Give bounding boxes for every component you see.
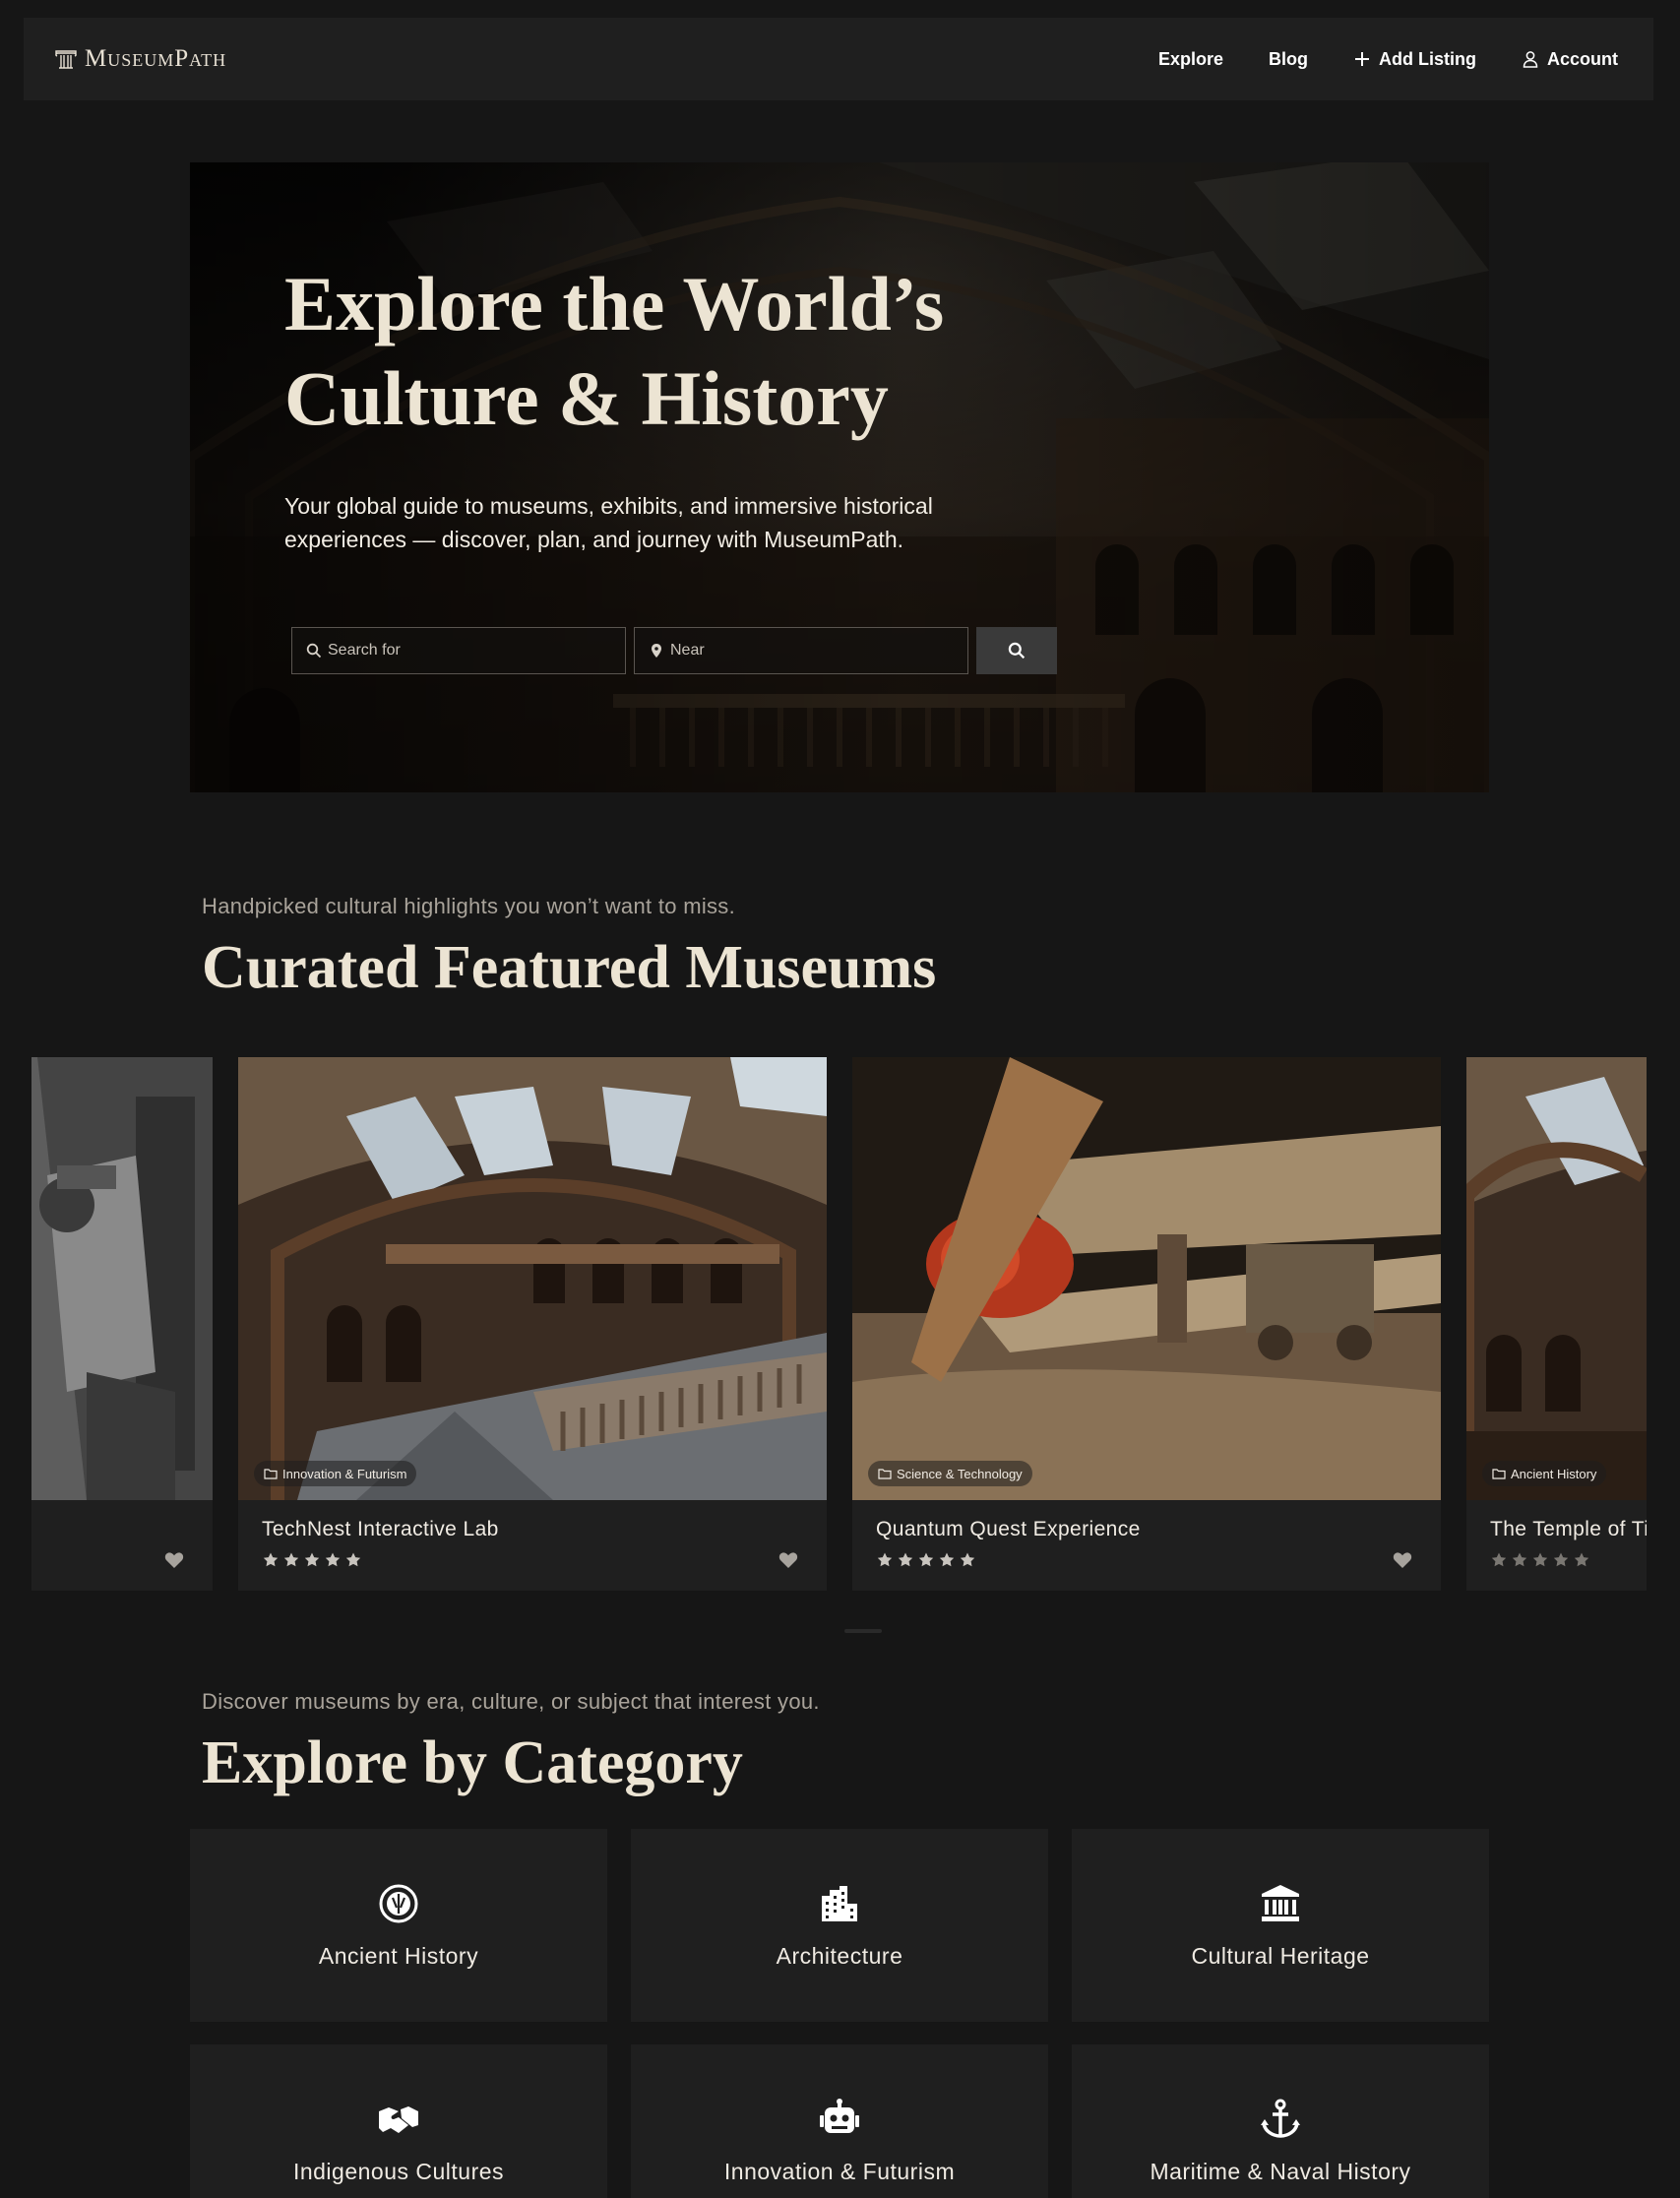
nav-add-listing-label: Add Listing — [1379, 48, 1476, 69]
star-icon — [345, 1552, 361, 1567]
hero-subtitle: Your global guide to museums, exhibits, … — [284, 493, 933, 552]
hero-title-line-2: Culture & History — [284, 355, 889, 441]
user-icon — [1523, 51, 1538, 68]
heart-icon[interactable] — [163, 1549, 185, 1571]
rating-stars — [1490, 1551, 1590, 1569]
category-maritime-naval-history[interactable]: Maritime & Naval History — [1072, 2044, 1489, 2198]
category-label: Architecture — [776, 1942, 903, 1969]
star-icon — [1512, 1552, 1527, 1567]
heart-icon[interactable] — [778, 1549, 799, 1571]
card-title[interactable]: Quantum Quest Experience — [876, 1518, 1141, 1541]
card-title[interactable]: TechNest Interactive Lab — [262, 1518, 499, 1541]
star-icon — [918, 1552, 934, 1567]
card-image — [31, 1057, 213, 1500]
old-republic-icon — [379, 1884, 418, 1922]
nav-account[interactable]: Account — [1522, 49, 1618, 70]
anchor-icon — [1261, 2099, 1300, 2138]
card-title[interactable]: The Temple of Tir — [1490, 1518, 1647, 1541]
rating-stars — [876, 1551, 976, 1569]
search-input[interactable]: Search for — [291, 627, 626, 674]
category-architecture[interactable]: Architecture — [631, 1829, 1048, 2022]
museum-card[interactable]: Innovation & Futurism TechNest Interacti… — [238, 1057, 827, 1591]
star-icon — [304, 1552, 320, 1567]
nav-blog-label: Blog — [1269, 48, 1309, 69]
search-form: Search for Near — [291, 627, 1057, 674]
featured-title: Curated Featured Museums — [202, 934, 937, 1001]
search-icon — [306, 643, 322, 659]
star-icon — [325, 1552, 341, 1567]
folder-icon — [264, 1469, 278, 1479]
plus-icon — [1355, 52, 1370, 66]
category-label: Cultural Heritage — [1191, 1942, 1370, 1969]
carousel-indicator[interactable] — [844, 1629, 882, 1633]
featured-carousel[interactable]: Innovation & Futurism TechNest Interacti… — [31, 1057, 1647, 1591]
category-tag[interactable]: Science & Technology — [868, 1461, 1032, 1486]
category-tag-label: Ancient History — [1511, 1466, 1597, 1481]
category-label: Maritime & Naval History — [1150, 2158, 1411, 2184]
museum-card[interactable]: Ancient History The Temple of Tir — [1466, 1057, 1647, 1591]
category-cultural-heritage[interactable]: Cultural Heritage — [1072, 1829, 1489, 2022]
location-pin-icon — [652, 644, 661, 658]
card-image — [852, 1057, 1441, 1500]
star-icon — [877, 1552, 893, 1567]
nav-account-label: Account — [1547, 48, 1618, 69]
hero-banner: Explore the World’s Culture & History Yo… — [190, 162, 1489, 792]
category-indigenous-cultures[interactable]: Indigenous Cultures — [190, 2044, 607, 2198]
nav-add-listing[interactable]: Add Listing — [1353, 49, 1476, 70]
search-icon — [1008, 642, 1026, 659]
category-label: Innovation & Futurism — [723, 2158, 956, 2184]
star-icon — [960, 1552, 975, 1567]
featured-eyebrow: Handpicked cultural highlights you won’t… — [202, 894, 736, 918]
column-icon — [55, 50, 77, 69]
category-tag[interactable]: Innovation & Futurism — [254, 1461, 417, 1486]
categories-eyebrow: Discover museums by era, culture, or sub… — [202, 1689, 820, 1714]
star-icon — [939, 1552, 955, 1567]
star-icon — [1553, 1552, 1569, 1567]
logo-text: MuseumPath — [85, 45, 227, 72]
category-tag-label: Science & Technology — [897, 1466, 1023, 1481]
star-icon — [898, 1552, 913, 1567]
card-image — [1466, 1057, 1647, 1500]
museum-card[interactable] — [31, 1057, 213, 1591]
category-ancient-history[interactable]: Ancient History — [190, 1829, 607, 2022]
rating-stars — [262, 1551, 362, 1569]
star-icon — [1491, 1552, 1507, 1567]
star-icon — [1574, 1552, 1589, 1567]
hero-title: Explore the World’s Culture & History — [284, 257, 1032, 446]
category-tag[interactable]: Ancient History — [1482, 1461, 1607, 1486]
folder-icon — [1492, 1469, 1506, 1479]
star-icon — [1532, 1552, 1548, 1567]
near-placeholder: Near — [670, 642, 705, 659]
category-label: Indigenous Cultures — [292, 2158, 505, 2184]
logo[interactable]: MuseumPath — [53, 45, 226, 73]
nav-explore-label: Explore — [1157, 48, 1224, 69]
city-icon — [822, 1885, 857, 1921]
heart-icon[interactable] — [1392, 1549, 1413, 1571]
category-label: Ancient History — [318, 1942, 479, 1969]
nav-blog[interactable]: Blog — [1269, 49, 1308, 70]
search-button[interactable] — [976, 627, 1057, 674]
top-navbar: MuseumPath Explore Blog Add Listing Acco… — [24, 18, 1653, 100]
landmark-icon — [1262, 1884, 1299, 1921]
robot-icon — [820, 2098, 859, 2133]
star-icon — [263, 1552, 279, 1567]
handshake-icon — [379, 2105, 418, 2133]
folder-icon — [878, 1469, 892, 1479]
category-innovation-futurism[interactable]: Innovation & Futurism — [631, 2044, 1048, 2198]
star-icon — [283, 1552, 299, 1567]
museum-card[interactable]: Science & Technology Quantum Quest Exper… — [852, 1057, 1441, 1591]
search-placeholder: Search for — [328, 642, 401, 659]
card-image — [238, 1057, 827, 1500]
nav-explore[interactable]: Explore — [1158, 49, 1223, 70]
nav-links: Explore Blog Add Listing Account — [1158, 49, 1618, 70]
near-input[interactable]: Near — [634, 627, 968, 674]
category-tag-label: Innovation & Futurism — [282, 1466, 407, 1481]
hero-title-line-1: Explore the World’s — [284, 261, 945, 346]
categories-title: Explore by Category — [202, 1729, 743, 1796]
